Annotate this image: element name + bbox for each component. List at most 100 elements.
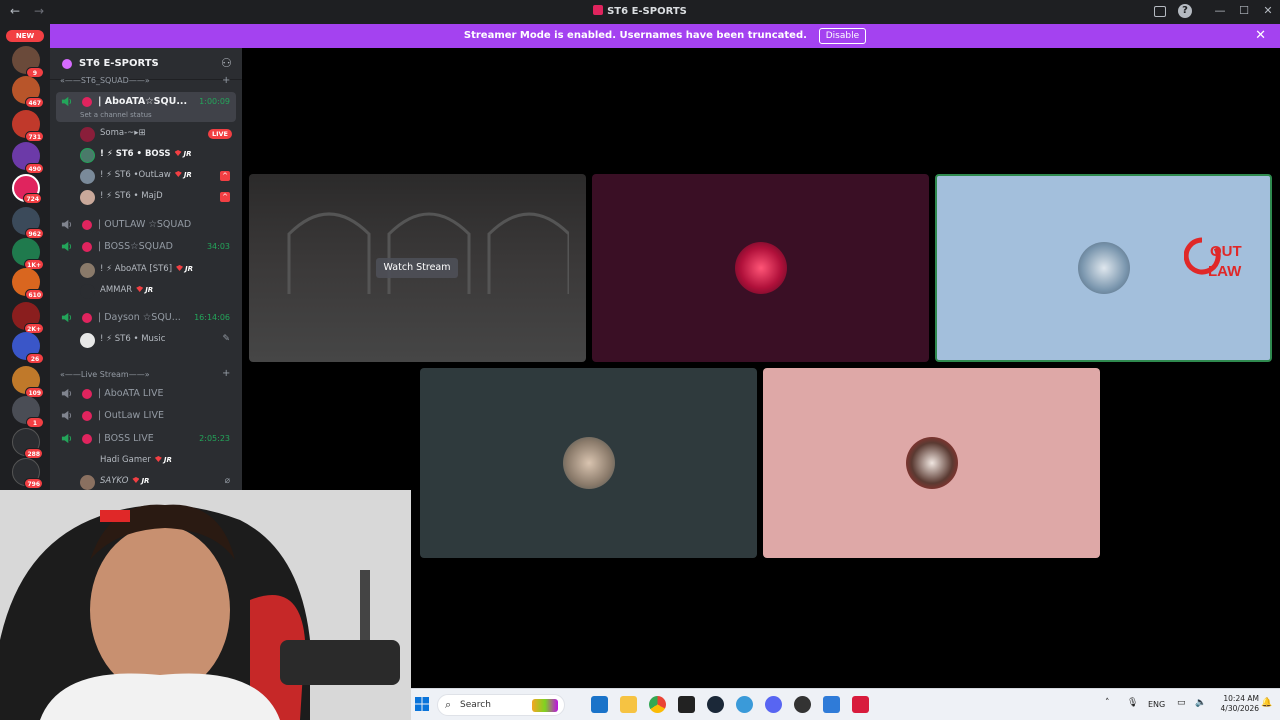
- server-icon[interactable]: 1K+: [12, 238, 44, 270]
- server-icon-active[interactable]: 724: [12, 174, 42, 204]
- edge-icon[interactable]: [736, 696, 753, 713]
- close-banner-icon[interactable]: ✕: [1255, 28, 1266, 43]
- search-label: Search: [460, 700, 491, 710]
- server-icon[interactable]: 2K+: [12, 302, 44, 334]
- user-name: Hadi Gamer JR: [100, 455, 172, 465]
- window-title: ST6 E-SPORTS: [0, 5, 1280, 17]
- clock-date: 4/30/2026: [1220, 704, 1259, 713]
- avatar: [562, 437, 615, 489]
- server-icon[interactable]: 9: [12, 46, 44, 78]
- voice-user-hadi[interactable]: Hadi Gamer JR: [78, 451, 236, 471]
- voice-channel-boss-live[interactable]: | BOSS LIVE 2:05:23: [56, 429, 236, 449]
- monitor-app-icon[interactable]: [823, 696, 840, 713]
- speaker-icon: [61, 433, 72, 444]
- taskbar-search[interactable]: ⌕ Search: [437, 694, 565, 716]
- add-channel-icon[interactable]: +: [222, 75, 230, 86]
- new-pill[interactable]: NEW: [6, 30, 44, 42]
- category-header[interactable]: «——ST6_SQUAD——»: [60, 76, 150, 85]
- chevron-up-icon[interactable]: ˄: [1105, 698, 1110, 708]
- maximize-icon[interactable]: ☐: [1237, 4, 1251, 18]
- search-icon: ⌕: [445, 698, 452, 711]
- rank-tag: JR: [155, 456, 172, 464]
- channel-name: | OutLaw LIVE: [98, 410, 164, 421]
- deafened-icon: ^: [220, 171, 230, 181]
- avatar: [1077, 242, 1130, 294]
- stream-tile[interactable]: Watch Stream: [249, 174, 586, 362]
- inbox-icon[interactable]: [1154, 6, 1166, 17]
- server-icon[interactable]: 610: [12, 268, 44, 300]
- store-app-icon[interactable]: [591, 696, 608, 713]
- disable-streamer-mode-button[interactable]: Disable: [818, 28, 867, 44]
- participant-tile-speaking[interactable]: OUT LAW: [935, 174, 1272, 362]
- avatar: [80, 333, 95, 348]
- channel-name: | BOSS LIVE: [98, 433, 154, 444]
- microphone-icon[interactable]: 🎙: [1127, 698, 1138, 708]
- speaker-icon: [61, 96, 72, 107]
- network-icon[interactable]: ▭: [1177, 698, 1186, 708]
- voice-channel-abo-squad[interactable]: | AboATA☆SQU... 1:00:09 Set a channel st…: [56, 92, 236, 122]
- chrome-icon[interactable]: [649, 696, 666, 713]
- voice-channel-abo-live[interactable]: | AboATA LIVE: [56, 384, 236, 404]
- voice-user-boss[interactable]: ! ⚡ ST6 • BOSS JR: [78, 145, 236, 165]
- deafened-icon: ^: [220, 192, 230, 202]
- capcut-icon[interactable]: [678, 696, 695, 713]
- server-icon[interactable]: 1: [12, 396, 44, 428]
- voice-user-sayko[interactable]: SAYKO JR ⌀: [78, 472, 236, 492]
- watch-stream-button[interactable]: Watch Stream: [376, 258, 458, 278]
- steam-icon[interactable]: [707, 696, 724, 713]
- live-dot-icon: [82, 411, 92, 421]
- minimize-icon[interactable]: —: [1213, 4, 1227, 18]
- taskbar-clock[interactable]: 10:24 AM 4/30/2026: [1211, 694, 1259, 714]
- server-icon[interactable]: 467: [12, 76, 44, 108]
- close-window-icon[interactable]: ✕: [1261, 4, 1275, 18]
- streamer-webcam-image: [0, 490, 411, 720]
- avatar: [80, 190, 95, 205]
- discord-icon[interactable]: [765, 696, 782, 713]
- participant-tile[interactable]: [420, 368, 757, 558]
- voice-user-majd[interactable]: ! ⚡ ST6 • MajD ^: [78, 187, 236, 207]
- channel-status[interactable]: Set a channel status: [80, 111, 152, 119]
- participant-tile[interactable]: [592, 174, 929, 362]
- voice-channel-outlaw-squad[interactable]: | OUTLAW ☆SQUAD: [56, 215, 236, 235]
- server-icon[interactable]: 26: [12, 332, 44, 364]
- rank-tag: JR: [175, 150, 192, 158]
- participant-tile[interactable]: [763, 368, 1100, 558]
- title-bar: ← → ST6 E-SPORTS ? — ☐ ✕: [0, 0, 1280, 24]
- user-name: AMMAR JR: [100, 285, 154, 295]
- help-icon[interactable]: ?: [1178, 4, 1192, 18]
- adobe-icon[interactable]: [852, 696, 869, 713]
- language-indicator[interactable]: ENG: [1148, 700, 1165, 709]
- server-icon[interactable]: 962: [12, 207, 44, 239]
- avatar: [80, 263, 95, 278]
- user-name: ! ⚡ ST6 •OutLaw JR: [100, 170, 192, 180]
- windows-taskbar: ⌕ Search ˄ 🎙 ENG ▭ 🔈 10:24 AM 4/30/2026 …: [411, 688, 1280, 720]
- obs-icon[interactable]: [794, 696, 811, 713]
- windows-start-icon[interactable]: [415, 697, 429, 711]
- voice-channel-boss-squad[interactable]: | BOSS☆SQUAD 34:03: [56, 237, 236, 257]
- server-icon[interactable]: 109: [12, 366, 44, 398]
- voice-user-aboata[interactable]: ! ⚡ AboATA [ST6] JR: [78, 260, 236, 280]
- invite-people-icon[interactable]: ⚇: [221, 56, 232, 70]
- voice-user-music-bot[interactable]: ! ⚡ ST6 • Music ✎: [78, 330, 236, 350]
- voice-channel-outlaw-live[interactable]: | OutLaw LIVE: [56, 406, 236, 426]
- channel-timer: 1:00:09: [199, 97, 230, 106]
- voice-user-soma[interactable]: Soma-~▸⊞ LIVE: [78, 124, 236, 144]
- channel-timer: 34:03: [206, 242, 230, 251]
- volume-icon[interactable]: 🔈: [1195, 698, 1206, 708]
- server-icon[interactable]: 288: [12, 428, 43, 459]
- voice-user-outlaw[interactable]: ! ⚡ ST6 •OutLaw JR ^: [78, 166, 236, 186]
- server-icon[interactable]: 490: [12, 142, 44, 174]
- server-icon[interactable]: 731: [12, 110, 44, 142]
- voice-channel-dayson-squad[interactable]: | Dayson ☆SQU... 16:14:06: [56, 308, 236, 328]
- server-icon[interactable]: 796: [12, 458, 43, 489]
- file-explorer-icon[interactable]: [620, 696, 637, 713]
- notification-bell-icon[interactable]: 🔔: [1261, 698, 1272, 708]
- webcam-overlay: [0, 490, 411, 720]
- add-channel-icon[interactable]: +: [222, 368, 230, 379]
- live-dot-icon: [82, 434, 92, 444]
- voice-user-ammar[interactable]: AMMAR JR: [78, 281, 236, 301]
- chevron-down-icon: ⌄: [151, 57, 159, 67]
- user-name: ! ⚡ ST6 • BOSS JR: [100, 149, 192, 159]
- guild-icon: [62, 59, 72, 69]
- category-header[interactable]: «——Live Stream——»: [60, 370, 150, 379]
